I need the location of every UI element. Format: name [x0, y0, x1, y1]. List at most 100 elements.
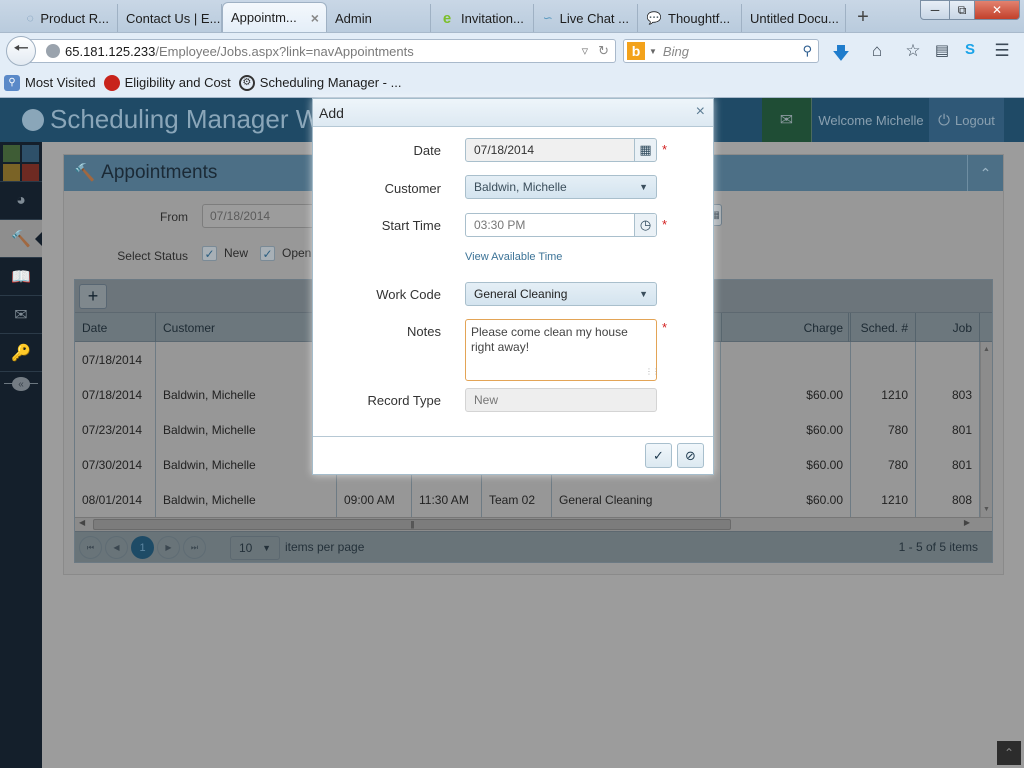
chevron-up-icon: ⌃ — [979, 164, 992, 181]
resize-grip-icon[interactable]: ⋮⋮ — [645, 367, 660, 376]
double-chevron-up-icon: ⌃ — [1003, 746, 1015, 760]
sidebar-item-book[interactable]: 📖 — [0, 258, 42, 296]
bookmark-star-icon[interactable]: ☆ — [903, 41, 923, 61]
bookmark-most-visited[interactable]: ⚲ Most Visited — [4, 74, 96, 91]
panel-collapse-button[interactable]: ⌃ — [967, 155, 1003, 191]
home-icon[interactable]: ⌂ — [867, 41, 887, 61]
plus-icon: + — [87, 286, 99, 306]
scroll-left-icon[interactable]: ◀ — [79, 518, 85, 527]
scroll-to-top-button[interactable]: ⌃ — [997, 741, 1021, 765]
engine-dropdown-icon[interactable]: ▼ — [649, 47, 657, 56]
grid-pager: ⏮ ◀ 1 ▶ ⏭ 10 ▼ items per page 1 - 5 of 5… — [75, 531, 992, 562]
customer-select[interactable]: Baldwin, Michelle ▼ — [465, 175, 657, 199]
work-code-select[interactable]: General Cleaning ▼ — [465, 282, 657, 306]
download-icon[interactable]: 🡇 — [831, 41, 851, 70]
current-page[interactable]: 1 — [131, 536, 154, 559]
column-header-customer[interactable]: Customer — [156, 313, 337, 342]
app-tiles-icon[interactable] — [0, 142, 42, 182]
tab-label: Thoughtf... — [668, 10, 731, 26]
bookmark-label: Eligibility and Cost — [124, 75, 231, 90]
window-close-button[interactable]: ✕ — [974, 0, 1020, 20]
notes-label: Notes — [407, 324, 441, 339]
next-page-button[interactable]: ▶ — [157, 536, 180, 559]
clock-icon[interactable]: ◷ — [634, 214, 656, 236]
cell-date: 07/18/2014 — [75, 377, 156, 412]
cancel-button[interactable]: ⊘ — [677, 443, 704, 468]
add-appointment-button[interactable]: + — [79, 284, 107, 309]
column-header-sched[interactable]: Sched. # — [851, 313, 916, 342]
required-marker: * — [662, 320, 668, 335]
minimize-button[interactable]: ─ — [920, 0, 950, 20]
reading-list-icon[interactable]: ▤ — [932, 41, 952, 59]
menu-icon[interactable]: ☰ — [992, 41, 1012, 61]
browser-tab-active[interactable]: Appointm... × — [222, 2, 327, 32]
table-row[interactable]: 08/01/2014 Baldwin, Michelle 09:00 AM 11:30… — [75, 482, 980, 517]
sidebar-item-messages[interactable]: ✉ — [0, 296, 42, 334]
bookmark-scheduling-manager[interactable]: ⚙ Scheduling Manager - ... — [238, 74, 401, 91]
grid-horizontal-scrollbar[interactable]: ◀ ||| ▶ — [75, 517, 992, 531]
browser-tab[interactable]: ∽ Live Chat ... — [534, 4, 638, 32]
required-marker: * — [662, 217, 668, 232]
sidebar-collapse-button[interactable]: « — [0, 372, 42, 396]
start-time-input[interactable]: 03:30 PM ◷ — [465, 213, 657, 237]
status-open-checkbox[interactable]: ✓ — [260, 246, 275, 261]
restore-button[interactable]: ⧉ — [949, 0, 975, 20]
browser-tab[interactable]: e Invitation... — [431, 4, 534, 32]
tab-label: Product R... — [40, 10, 109, 26]
browser-tab[interactable]: 💬 Thoughtf... — [638, 4, 742, 32]
reload-icon[interactable]: ↻ — [598, 43, 609, 59]
url-dropdown-icon[interactable]: ▿ — [582, 43, 589, 59]
cell-date: 08/01/2014 — [75, 482, 156, 517]
grid-vertical-scrollbar[interactable]: ▲ ▼ — [980, 342, 992, 517]
add-appointment-dialog: Add × Date 07/18/2014 ▦ * Customer Baldw… — [312, 98, 714, 475]
dialog-header: Add × — [313, 99, 713, 127]
close-icon[interactable]: × — [696, 104, 705, 120]
back-button[interactable]: 🠔 — [6, 36, 36, 66]
url-bar[interactable]: 65.181.125.233/Employee/Jobs.aspx?link=n… — [30, 39, 616, 63]
app-title: Scheduling Manager We — [22, 104, 334, 135]
work-code-label: Work Code — [376, 287, 441, 302]
prev-page-button[interactable]: ◀ — [105, 536, 128, 559]
sidebar-item-keys[interactable]: 🔑 — [0, 334, 42, 372]
column-header-job[interactable]: Job — [916, 313, 980, 342]
messages-button[interactable]: ✉ — [762, 98, 812, 142]
record-type-label: Record Type — [367, 393, 441, 408]
search-bar[interactable]: b ▼ Bing ⚲ — [623, 39, 819, 63]
notes-textarea[interactable]: Please come clean my house right away! — [465, 319, 657, 381]
last-page-button[interactable]: ⏭ — [183, 536, 206, 559]
search-icon[interactable]: ⚲ — [802, 43, 812, 59]
start-time-value: 03:30 PM — [474, 218, 526, 232]
scroll-up-icon[interactable]: ▲ — [983, 346, 990, 353]
browser-tab[interactable]: Contact Us | E... — [118, 4, 222, 32]
date-input[interactable]: 07/18/2014 ▦ — [465, 138, 657, 162]
page-size-select[interactable]: 10 ▼ — [230, 536, 280, 560]
calendar-icon[interactable]: ▦ — [634, 139, 656, 161]
chevron-down-icon: ▼ — [262, 543, 271, 553]
scroll-down-icon[interactable]: ▼ — [983, 506, 990, 513]
cell-customer: Baldwin, Michelle — [156, 377, 337, 412]
save-button[interactable]: ✓ — [645, 443, 672, 468]
scrollbar-thumb[interactable]: ||| — [93, 519, 731, 530]
logout-button[interactable]: ⏻ Logout — [929, 98, 1004, 142]
column-header-date[interactable]: Date — [75, 313, 156, 342]
record-type-field: New — [465, 388, 657, 412]
from-date-input[interactable]: 07/18/2014 — [202, 204, 322, 228]
browser-tab[interactable]: Admin — [327, 4, 431, 32]
sidebar-item-dashboard[interactable]: ◕ — [0, 182, 42, 220]
dialog-divider — [313, 436, 713, 437]
browser-tab[interactable]: ◌ Product R... — [18, 4, 118, 32]
first-page-button[interactable]: ⏮ — [79, 536, 102, 559]
scroll-right-icon[interactable]: ▶ — [964, 518, 970, 527]
view-available-time-link[interactable]: View Available Time — [465, 251, 562, 263]
new-tab-button[interactable]: + — [850, 4, 876, 30]
column-header-charge[interactable]: Charge — [721, 313, 851, 342]
bookmark-eligibility[interactable]: Eligibility and Cost — [103, 74, 231, 91]
cell-sched: 1210 — [851, 377, 916, 412]
apple-icon — [103, 74, 120, 91]
sidebar-item-appointments[interactable]: 🔨 — [0, 220, 42, 258]
tab-close-icon[interactable]: × — [311, 10, 319, 26]
skype-icon[interactable]: S — [960, 41, 980, 58]
status-new-checkbox[interactable]: ✓ — [202, 246, 217, 261]
browser-tab[interactable]: Untitled Docu... — [742, 4, 846, 32]
url-path: /Employee/Jobs.aspx?link=navAppointments — [155, 43, 414, 59]
